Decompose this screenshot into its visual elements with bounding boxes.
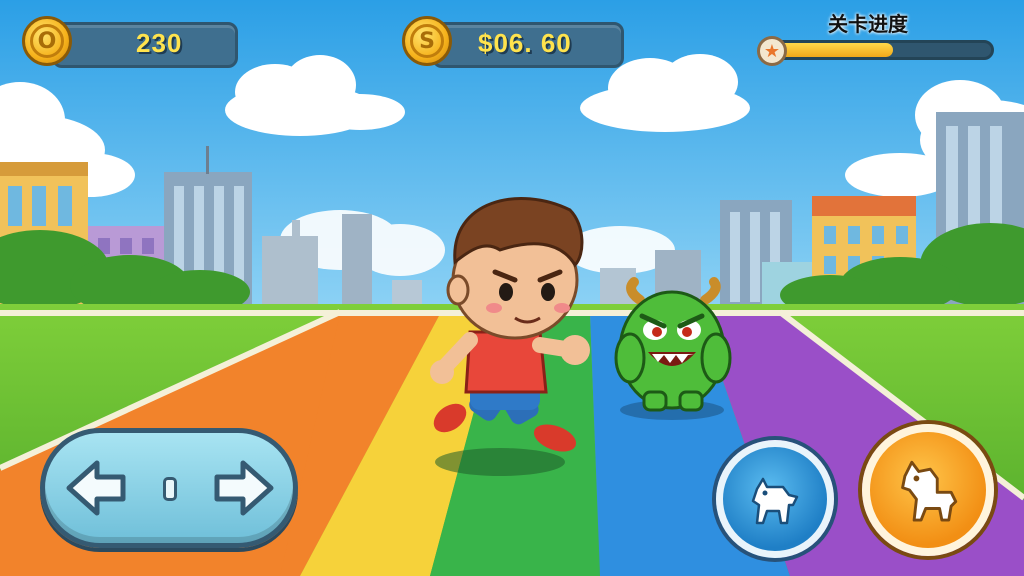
level-progress-title: 关卡进度 bbox=[828, 12, 908, 36]
money-amount: $06. 60 bbox=[478, 28, 572, 58]
arrow-right-icon[interactable] bbox=[209, 455, 279, 521]
dollar-symbol: S bbox=[410, 24, 444, 58]
star-icon: ★ bbox=[757, 36, 787, 66]
action-button-blue[interactable] bbox=[716, 440, 834, 558]
level-progress-fill bbox=[773, 43, 893, 57]
animal-icon bbox=[901, 460, 958, 522]
coin-count: 230 bbox=[136, 28, 183, 58]
coin-symbol: O bbox=[30, 24, 64, 58]
coin-icon: O bbox=[22, 16, 72, 66]
animal-icon bbox=[751, 477, 799, 525]
arrow-left-icon[interactable] bbox=[61, 455, 131, 521]
dollar-coin-icon: S bbox=[402, 16, 452, 66]
direction-pad bbox=[40, 428, 298, 548]
action-button-orange[interactable] bbox=[862, 424, 994, 556]
level-progress-bar bbox=[770, 40, 994, 60]
dpad-center bbox=[163, 477, 177, 501]
